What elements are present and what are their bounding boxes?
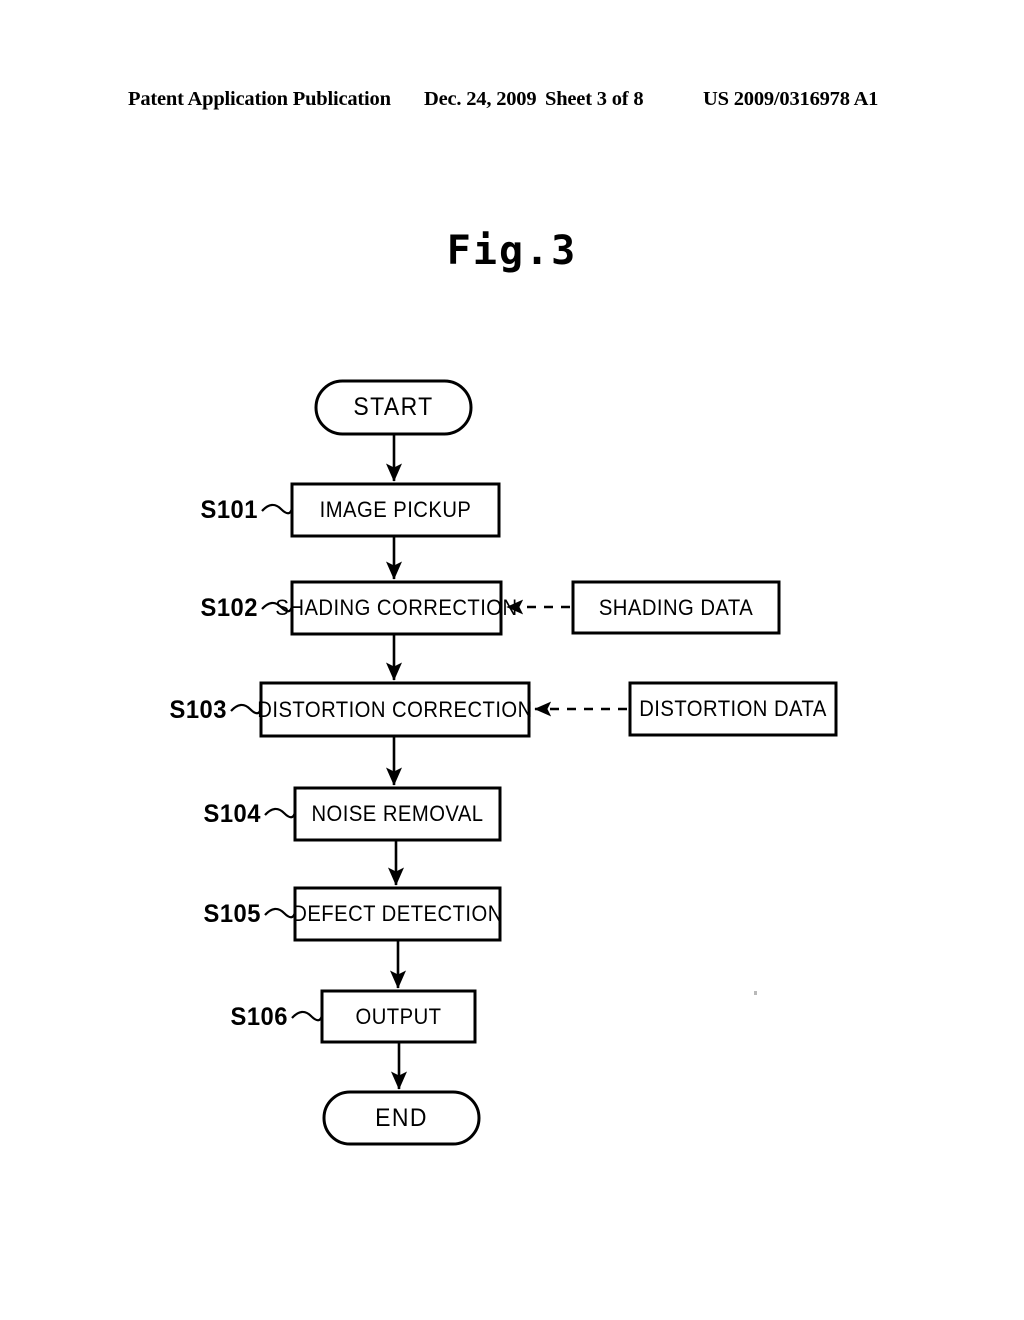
node-noise-removal-shape bbox=[293, 786, 502, 842]
node-image-pickup-shape bbox=[290, 482, 501, 538]
node-start-shape bbox=[314, 379, 473, 436]
node-distortion-correction-shape bbox=[259, 681, 531, 738]
leader-s106 bbox=[291, 1010, 324, 1034]
leader-s102 bbox=[261, 601, 294, 625]
node-output-shape bbox=[320, 989, 477, 1044]
node-shading-data-shape bbox=[571, 580, 781, 635]
node-end-shape bbox=[322, 1090, 481, 1146]
node-shading-correction-shape bbox=[290, 580, 503, 636]
leader-s104 bbox=[264, 807, 297, 831]
flowchart-diagram bbox=[230, 379, 838, 1146]
node-distortion-data-shape bbox=[628, 681, 838, 737]
scan-artifact-speck bbox=[754, 991, 757, 995]
node-defect-detection-shape bbox=[293, 886, 502, 942]
leader-s101 bbox=[261, 503, 294, 527]
leader-s103 bbox=[230, 703, 263, 727]
leader-s105 bbox=[264, 907, 297, 931]
